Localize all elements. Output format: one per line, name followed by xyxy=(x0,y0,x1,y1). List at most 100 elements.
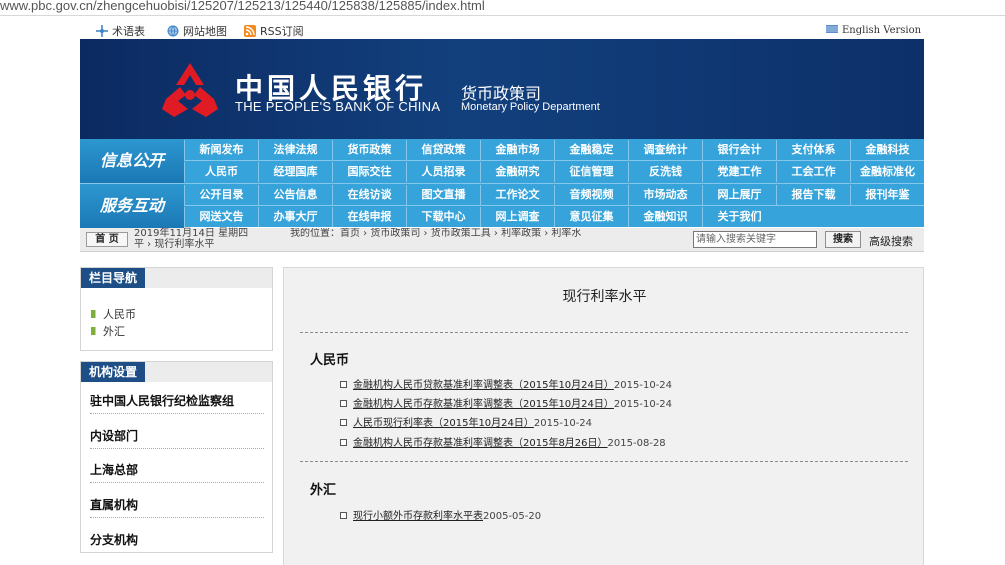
list-item-link[interactable]: 金融机构人民币贷款基准利率调整表（2015年10月24日） xyxy=(353,380,614,391)
pboc-logo-icon[interactable] xyxy=(160,61,220,119)
list-item-link[interactable]: 现行小额外币存款利率水平表 xyxy=(353,511,483,522)
nav-item[interactable]: 人民币 xyxy=(184,162,258,182)
utility-bar: 术语表 网站地图 RSS订阅 English Version xyxy=(80,22,924,38)
nav-item[interactable]: 货币政策 xyxy=(332,140,406,160)
main-content: 现行利率水平 人民币 金融机构人民币贷款基准利率调整表（2015年10月24日）… xyxy=(283,267,924,565)
sidebar-item-fx[interactable]: 外汇 xyxy=(91,323,125,339)
section-heading-fx: 外汇 xyxy=(310,483,337,498)
list-item[interactable]: 金融机构人民币存款基准利率调整表（2015年10月24日）2015-10-24 xyxy=(340,395,672,410)
nav-item[interactable]: 新闻发布 xyxy=(184,140,258,160)
nav-item[interactable]: 金融标准化 xyxy=(850,162,924,182)
nav-item[interactable]: 意见征集 xyxy=(554,207,628,227)
sitemap-link[interactable]: 网站地图 xyxy=(167,23,227,39)
list-item[interactable]: 现行小额外币存款利率水平表2005-05-20 xyxy=(340,507,541,522)
org-item-shanghai-hq[interactable]: 上海总部 xyxy=(90,461,266,478)
nav-item[interactable]: 公开目录 xyxy=(184,185,258,205)
nav-item[interactable]: 金融科技 xyxy=(850,140,924,160)
nav-item[interactable]: 在线访谈 xyxy=(332,185,406,205)
list-item[interactable]: 金融机构人民币存款基准利率调整表（2015年8月26日）2015-08-28 xyxy=(340,434,666,449)
flag-icon xyxy=(826,23,838,35)
breadcrumb[interactable]: 我的位置：首页 › 货币政策司 › 货币政策工具 › 利率政策 › 利率水 xyxy=(290,228,688,239)
service-interaction-label: 服务互动 xyxy=(80,184,184,228)
org-item-internal-depts[interactable]: 内设部门 xyxy=(90,427,266,444)
english-version-link[interactable]: English Version xyxy=(826,23,921,36)
nav-item[interactable]: 调查统计 xyxy=(628,140,702,160)
nav-item[interactable]: 支付体系 xyxy=(776,140,850,160)
bullet-icon xyxy=(340,439,347,446)
nav-item[interactable]: 报告下载 xyxy=(776,185,850,205)
bullet-icon xyxy=(91,327,100,335)
nav-item[interactable]: 关于我们 xyxy=(702,207,776,227)
list-item[interactable]: 金融机构人民币贷款基准利率调整表（2015年10月24日）2015-10-24 xyxy=(340,376,672,391)
advanced-search-link[interactable]: 高级搜索 xyxy=(869,233,913,249)
nav-item[interactable]: 人员招录 xyxy=(406,162,480,182)
divider xyxy=(90,482,264,483)
nav-item[interactable]: 金融研究 xyxy=(480,162,554,182)
list-item[interactable]: 人民币现行利率表（2015年10月24日）2015-10-24 xyxy=(340,414,592,429)
nav-item[interactable]: 公告信息 xyxy=(258,185,332,205)
breadcrumb-bar: 首 页 2019年11月14日 星期四 我的位置：首页 › 货币政策司 › 货币… xyxy=(80,228,924,252)
breadcrumb-continuation[interactable]: 平 › 现行利率水平 xyxy=(134,239,214,250)
nav-item[interactable]: 金融稳定 xyxy=(554,140,628,160)
sidebar-item-rmb[interactable]: 人民币 xyxy=(91,306,136,322)
nav-item[interactable]: 网上展厅 xyxy=(702,185,776,205)
glossary-icon xyxy=(96,25,108,37)
nav-item[interactable]: 工作论文 xyxy=(480,185,554,205)
department-name-en: Monetary Policy Department xyxy=(461,101,600,113)
nav-divider xyxy=(184,205,924,206)
column-navigation-panel: 栏目导航 人民币 外汇 xyxy=(80,267,273,351)
current-date: 2019年11月14日 星期四 xyxy=(134,228,249,239)
info-disclosure-band: 信息公开 新闻发布 法律法规 货币政策 信贷政策 金融市场 金融稳定 调查统计 银行会计 支付体… xyxy=(80,139,924,183)
divider xyxy=(90,517,264,518)
page-title: 现行利率水平 xyxy=(562,289,647,305)
nav-item[interactable]: 图文直播 xyxy=(406,185,480,205)
list-item-link[interactable]: 金融机构人民币存款基准利率调整表（2015年10月24日） xyxy=(353,399,614,410)
nav-item[interactable]: 报刊年鉴 xyxy=(850,185,924,205)
nav-item[interactable]: 音频视频 xyxy=(554,185,628,205)
organization-panel: 机构设置 驻中国人民银行纪检监察组 内设部门 上海总部 直属机构 分支机构 xyxy=(80,361,273,553)
list-item-date: 2005-05-20 xyxy=(483,511,542,522)
nav-item[interactable]: 国际交往 xyxy=(332,162,406,182)
nav-item[interactable]: 金融市场 xyxy=(480,140,554,160)
nav-item[interactable]: 反洗钱 xyxy=(628,162,702,182)
nav-divider xyxy=(184,160,924,161)
nav-item[interactable]: 征信管理 xyxy=(554,162,628,182)
divider xyxy=(300,332,908,333)
nav-item[interactable]: 法律法规 xyxy=(258,140,332,160)
home-button[interactable]: 首 页 xyxy=(86,232,128,247)
org-item-affiliated[interactable]: 直属机构 xyxy=(90,496,266,513)
nav-item[interactable]: 下载中心 xyxy=(406,207,480,227)
list-item-date: 2015-10-24 xyxy=(613,399,673,410)
search-button[interactable]: 搜索 xyxy=(825,231,861,248)
nav-item[interactable]: 办事大厅 xyxy=(258,207,332,227)
nav-item[interactable]: 银行会计 xyxy=(702,140,776,160)
address-bar[interactable]: www.pbc.gov.cn/zhengcehuobisi/125207/125… xyxy=(0,0,1005,16)
service-interaction-band: 服务互动 公开目录 公告信息 在线访谈 图文直播 工作论文 音频视频 市场动态 网上展厅 报告下… xyxy=(80,183,924,228)
url-text: www.pbc.gov.cn/zhengcehuobisi/125207/125… xyxy=(0,0,485,13)
nav-item[interactable]: 网送文告 xyxy=(184,207,258,227)
panel-title: 机构设置 xyxy=(81,362,146,382)
panel-title: 栏目导航 xyxy=(81,268,146,288)
search-input[interactable]: 请输入搜索关键字 xyxy=(693,231,817,248)
glossary-link[interactable]: 术语表 xyxy=(96,23,145,39)
nav-item[interactable]: 在线申报 xyxy=(332,207,406,227)
nav-item[interactable]: 网上调查 xyxy=(480,207,554,227)
nav-item[interactable]: 经理国库 xyxy=(258,162,332,182)
section-heading-rmb: 人民币 xyxy=(310,353,350,368)
nav-item[interactable]: 工会工作 xyxy=(776,162,850,182)
divider xyxy=(90,448,264,449)
nav-item[interactable]: 金融知识 xyxy=(628,207,702,227)
nav-item[interactable]: 党建工作 xyxy=(702,162,776,182)
org-item-branches[interactable]: 分支机构 xyxy=(90,531,266,548)
main-navigation: 信息公开 新闻发布 法律法规 货币政策 信贷政策 金融市场 金融稳定 调查统计 银行会计 支付体… xyxy=(80,139,924,228)
org-item-inspection-group[interactable]: 驻中国人民银行纪检监察组 xyxy=(90,392,266,409)
bullet-icon xyxy=(340,400,347,407)
panel-header: 栏目导航 xyxy=(81,268,272,288)
bullet-icon xyxy=(340,512,347,519)
rss-icon xyxy=(244,25,256,37)
rss-link[interactable]: RSS订阅 xyxy=(244,23,304,39)
nav-item[interactable]: 信贷政策 xyxy=(406,140,480,160)
nav-item[interactable]: 市场动态 xyxy=(628,185,702,205)
list-item-link[interactable]: 金融机构人民币存款基准利率调整表（2015年8月26日） xyxy=(353,438,608,449)
list-item-link[interactable]: 人民币现行利率表（2015年10月24日） xyxy=(353,418,534,429)
